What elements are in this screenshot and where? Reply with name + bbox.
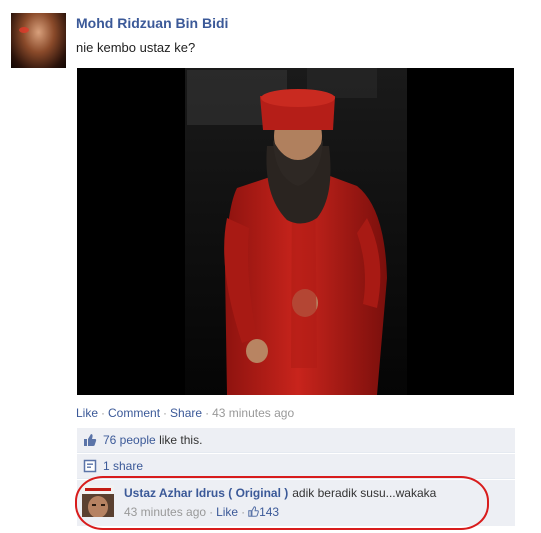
comment-text: adik beradik susu...wakaka: [292, 486, 437, 500]
comment-like-count-value: 143: [259, 505, 280, 519]
comment-timestamp[interactable]: 43 minutes ago: [124, 505, 206, 519]
post-photo[interactable]: [77, 68, 514, 395]
likes-summary: 76 people like this.: [103, 433, 202, 447]
shares-count-link[interactable]: 1 share: [103, 459, 143, 473]
comment-like-count[interactable]: 143: [248, 505, 279, 519]
separator-dot: ·: [101, 406, 106, 420]
share-link[interactable]: Share: [170, 406, 202, 420]
avatar-highlight: [19, 27, 29, 33]
likers-link[interactable]: 76 people: [103, 433, 156, 447]
comment-body: Ustaz Azhar Idrus ( Original ) adik berad…: [124, 486, 436, 500]
like-link[interactable]: Like: [76, 406, 98, 420]
separator-dot: ·: [209, 505, 214, 519]
poster-avatar[interactable]: [11, 13, 66, 68]
post-message: nie kembo ustaz ke?: [76, 40, 196, 55]
post-author-link[interactable]: Mohd Ridzuan Bin Bidi: [76, 15, 228, 31]
post-action-bar: Like · Comment · Share · 43 minutes ago: [76, 406, 294, 420]
photo-image: [77, 68, 514, 395]
comment-link[interactable]: Comment: [108, 406, 160, 420]
post-timestamp[interactable]: 43 minutes ago: [212, 406, 294, 420]
separator-dot: ·: [163, 406, 168, 420]
shares-label[interactable]: 1 share: [103, 459, 143, 473]
comment-like-link[interactable]: Like: [216, 505, 238, 519]
thumbs-up-icon: [248, 506, 259, 517]
commenter-name-link[interactable]: Ustaz Azhar Idrus ( Original ): [124, 486, 288, 500]
share-icon: [83, 459, 97, 473]
comment-row: Ustaz Azhar Idrus ( Original ) adik berad…: [77, 480, 515, 526]
commenter-avatar-image: [82, 485, 114, 517]
thumbs-up-icon: [84, 434, 97, 446]
comment-meta: 43 minutes ago · Like · 143: [124, 505, 279, 519]
separator-dot: ·: [241, 505, 246, 519]
shares-row: 1 share: [77, 454, 515, 479]
likes-suffix: like this.: [159, 433, 203, 447]
commenter-avatar[interactable]: [82, 485, 114, 517]
separator-dot: ·: [205, 406, 210, 420]
likes-row: 76 people like this.: [77, 428, 515, 453]
